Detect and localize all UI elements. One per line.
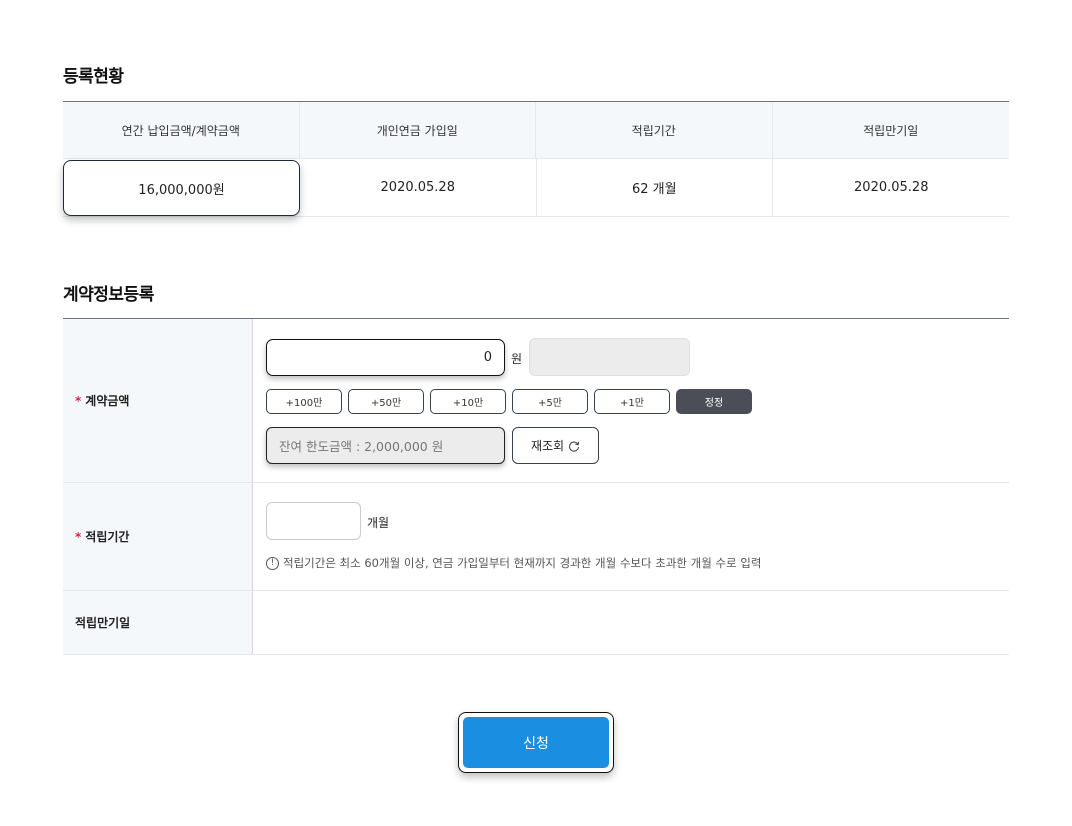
correct-button[interactable]: 정정 <box>676 389 752 414</box>
period-note-text: 적립기간은 최소 60개월 이상, 연금 가입일부터 현재까지 경과한 개월 수… <box>283 556 762 570</box>
period-field: 개월 ! 적립기간은 최소 60개월 이상, 연금 가입일부터 현재까지 경과한… <box>253 483 1009 590</box>
value-maturity-date: 2020.05.28 <box>854 180 929 195</box>
add-10-button[interactable]: +10만 <box>430 389 506 414</box>
header-period: 적립기간 <box>536 102 773 158</box>
status-table-row: 16,000,000원 2020.05.28 62 개월 2020.05.28 <box>63 159 1009 217</box>
maturity-label: 적립만기일 <box>63 591 253 654</box>
amount-field: 원 +100만 +50만 +10만 +5만 +1만 정정 잔여 한도금액 : 2… <box>253 319 1009 482</box>
contract-form: * 계약금액 원 +100만 +50만 +10만 +5만 +1만 정정 잔여 한… <box>63 318 1009 655</box>
amount-chip-row: +100만 +50만 +10만 +5만 +1만 정정 <box>266 389 752 414</box>
contract-section-title: 계약정보등록 <box>63 285 154 305</box>
amount-display-box <box>529 338 690 376</box>
period-input[interactable] <box>266 502 361 540</box>
maturity-field <box>253 591 1009 654</box>
required-mark: * <box>75 529 82 544</box>
status-table-header: 연간 납입금액/계약금액 개인연금 가입일 적립기간 적립만기일 <box>63 102 1009 159</box>
amount-input[interactable] <box>266 339 505 376</box>
period-label: * 적립기간 <box>63 483 253 590</box>
add-50-button[interactable]: +50만 <box>348 389 424 414</box>
value-annual-amount[interactable]: 16,000,000원 <box>63 160 300 216</box>
form-row-amount: * 계약금액 원 +100만 +50만 +10만 +5만 +1만 정정 잔여 한… <box>63 319 1009 483</box>
submit-button[interactable]: 신청 <box>463 717 609 768</box>
refresh-icon <box>569 441 580 452</box>
header-maturity-date: 적립만기일 <box>863 123 919 138</box>
amount-unit: 원 <box>511 352 523 366</box>
header-annual-amount: 연간 납입금액/계약금액 <box>63 102 300 158</box>
info-icon: ! <box>266 556 279 570</box>
add-5-button[interactable]: +5만 <box>512 389 588 414</box>
remaining-limit-box: 잔여 한도금액 : 2,000,000 원 <box>266 427 505 464</box>
submit-focus-ring: 신청 <box>458 712 614 773</box>
header-join-date: 개인연금 가입일 <box>300 102 536 158</box>
maturity-label-text: 적립만기일 <box>75 616 131 630</box>
form-row-period: * 적립기간 개월 ! 적립기간은 최소 60개월 이상, 연금 가입일부터 현… <box>63 483 1009 591</box>
amount-label-text: 계약금액 <box>85 394 130 408</box>
add-100-button[interactable]: +100만 <box>266 389 342 414</box>
add-1-button[interactable]: +1만 <box>594 389 670 414</box>
status-table: 연간 납입금액/계약금액 개인연금 가입일 적립기간 적립만기일 16,000,… <box>63 101 1009 217</box>
form-row-maturity: 적립만기일 <box>63 591 1009 655</box>
period-note: ! 적립기간은 최소 60개월 이상, 연금 가입일부터 현재까지 경과한 개월… <box>266 555 761 571</box>
required-mark: * <box>75 393 82 408</box>
period-label-text: 적립기간 <box>85 530 130 544</box>
value-join-date: 2020.05.28 <box>300 159 537 216</box>
refresh-label: 재조회 <box>530 439 565 453</box>
status-section-title: 등록현황 <box>63 67 124 87</box>
value-period: 62 개월 <box>537 159 773 216</box>
period-unit: 개월 <box>367 516 390 530</box>
refresh-button[interactable]: 재조회 <box>512 427 599 464</box>
amount-label: * 계약금액 <box>63 319 253 482</box>
